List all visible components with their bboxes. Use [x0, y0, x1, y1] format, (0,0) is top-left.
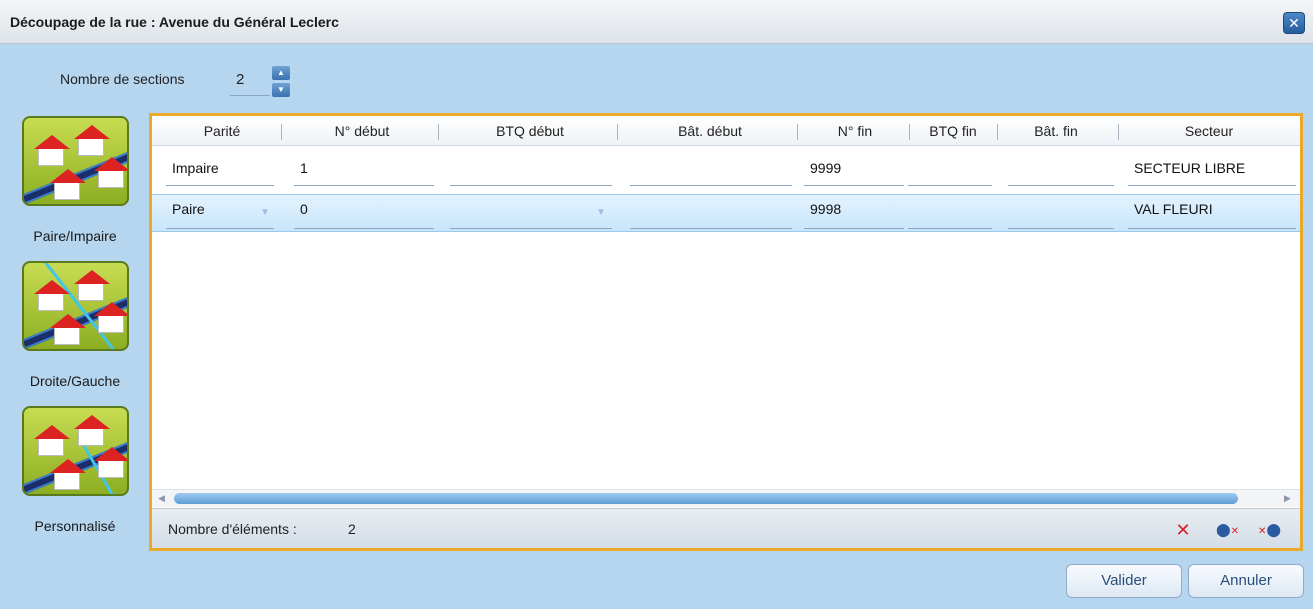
column-header[interactable]: N° fin — [803, 123, 907, 139]
close-icon[interactable]: ✕ — [1283, 12, 1305, 34]
sections-stepper[interactable]: ▲ ▼ — [272, 66, 290, 98]
column-header[interactable]: Bât. début — [624, 123, 796, 139]
mode-label: Personnalisé — [34, 518, 116, 534]
title-bar: Découpage de la rue : Avenue du Général … — [0, 0, 1313, 44]
cell-num-debut[interactable]: 1 — [300, 160, 308, 176]
chevron-down-icon[interactable]: ▼ — [260, 207, 270, 218]
horizontal-scrollbar[interactable]: ◀ ▶ — [152, 489, 1300, 507]
cell-num-fin[interactable]: 9998 — [810, 201, 841, 217]
cell-parite[interactable]: Impaire — [172, 160, 219, 176]
scroll-right-icon[interactable]: ▶ — [1284, 493, 1291, 504]
column-header[interactable]: BTQ début — [444, 123, 616, 139]
mode-droite-gauche[interactable]: Droite/Gauche — [10, 261, 140, 389]
grid-footer: Nombre d'éléments : 2 ✕ ⬤✕ ✕⬤ — [152, 508, 1300, 548]
scrollbar-thumb[interactable] — [174, 493, 1238, 504]
sections-input[interactable]: 2 — [230, 68, 270, 96]
scroll-left-icon[interactable]: ◀ — [158, 493, 165, 504]
stepper-up-icon[interactable]: ▲ — [272, 66, 290, 80]
stepper-down-icon[interactable]: ▼ — [272, 83, 290, 97]
table-row-selected[interactable]: Paire ▼ 0 ▼ 9998 VAL FLEURI — [152, 194, 1300, 232]
cancel-button[interactable]: Annuler — [1188, 564, 1304, 598]
column-header[interactable]: BTQ fin — [909, 123, 997, 139]
grid-header: Parité N° début BTQ début Bât. début N° … — [152, 116, 1300, 146]
cell-secteur[interactable]: SECTEUR LIBRE — [1134, 160, 1245, 176]
droite-gauche-icon[interactable] — [21, 261, 129, 351]
cell-secteur[interactable]: VAL FLEURI — [1134, 201, 1213, 217]
split-sections-icon[interactable]: ✕⬤ — [1258, 519, 1281, 541]
table-row[interactable]: Impaire 1 9999 SECTEUR LIBRE — [152, 152, 1300, 190]
paire-impaire-icon[interactable] — [21, 116, 129, 206]
personnalise-icon[interactable] — [21, 406, 129, 496]
mode-personnalise[interactable]: Personnalisé — [10, 406, 140, 534]
validate-button[interactable]: Valider — [1066, 564, 1182, 598]
column-header[interactable]: N° début — [287, 123, 437, 139]
dialog-window: Découpage de la rue : Avenue du Général … — [0, 0, 1313, 609]
chevron-down-icon[interactable]: ▼ — [596, 207, 606, 218]
sections-label: Nombre de sections — [60, 71, 185, 87]
mode-label: Droite/Gauche — [29, 373, 121, 389]
column-header[interactable]: Bât. fin — [997, 123, 1115, 139]
cell-num-fin[interactable]: 9999 — [810, 160, 841, 176]
count-label: Nombre d'éléments : — [168, 521, 297, 537]
mode-label: Paire/Impaire — [33, 228, 117, 244]
mode-paire-impaire[interactable]: Paire/Impaire — [10, 116, 140, 244]
column-header[interactable]: Parité — [170, 123, 274, 139]
merge-sections-icon[interactable]: ⬤✕ — [1216, 519, 1239, 541]
count-value: 2 — [348, 521, 356, 537]
column-header[interactable]: Secteur — [1124, 123, 1294, 139]
window-title: Découpage de la rue : Avenue du Général … — [10, 14, 339, 30]
sections-grid: Parité N° début BTQ début Bât. début N° … — [149, 113, 1303, 551]
cell-num-debut[interactable]: 0 — [300, 201, 308, 217]
delete-icon[interactable]: ✕ — [1172, 519, 1194, 541]
cell-parite[interactable]: Paire — [172, 201, 205, 217]
